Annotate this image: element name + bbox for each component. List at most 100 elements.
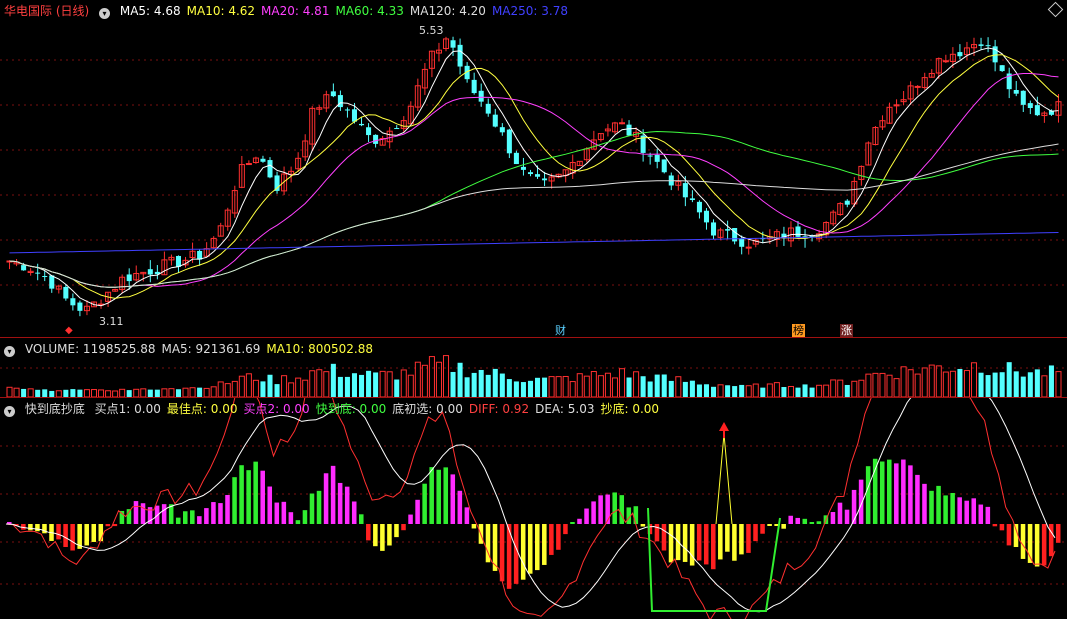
candle-body bbox=[366, 127, 372, 136]
event-tag-finance[interactable]: 财 bbox=[554, 324, 567, 337]
volume-label-2: MA10: 800502.88 bbox=[266, 342, 374, 356]
indicator-bar bbox=[879, 461, 885, 524]
indicator-label-6: DEA: 5.03 bbox=[535, 402, 595, 416]
indicator-bar bbox=[718, 524, 723, 560]
candle-body bbox=[696, 201, 702, 213]
ma-label-4: MA120: 4.20 bbox=[409, 4, 486, 18]
candle-body bbox=[513, 152, 519, 165]
volume-bar bbox=[386, 371, 393, 398]
indicator-bar bbox=[922, 483, 927, 524]
indicator-bar bbox=[887, 459, 892, 524]
candle-body bbox=[394, 128, 400, 130]
indicator-label-3: 快到底: 0.00 bbox=[315, 402, 387, 416]
indicator-bar bbox=[830, 512, 836, 524]
volume-bar bbox=[640, 376, 646, 397]
candle-body bbox=[618, 122, 626, 125]
indicator-bar bbox=[366, 524, 371, 541]
volume-panel[interactable]: ▾ VOLUME: 1198525.88 MA5: 921361.69 MA10: … bbox=[0, 337, 1067, 398]
volume-bar bbox=[21, 388, 27, 397]
candle-body bbox=[703, 210, 709, 223]
volume-bar bbox=[464, 377, 470, 397]
volume-bar bbox=[711, 386, 717, 397]
volume-bar bbox=[366, 370, 372, 397]
candle-body bbox=[1013, 90, 1019, 94]
volume-toggle-icon[interactable]: ▾ bbox=[4, 346, 15, 357]
volume-bar bbox=[119, 388, 126, 398]
volume-bar bbox=[654, 374, 660, 397]
candle-body bbox=[351, 109, 357, 122]
event-tag-rise[interactable]: 涨 bbox=[840, 324, 853, 337]
candle-body bbox=[457, 44, 463, 67]
candle-body bbox=[914, 85, 921, 88]
volume-bar bbox=[414, 361, 421, 398]
indicator-panel[interactable]: ▾ 快到底抄底 买点1: 0.00 最佳点: 0.00 买点2: 0.00 快到底: … bbox=[0, 397, 1067, 619]
candle-body bbox=[844, 200, 850, 205]
indicator-bar bbox=[197, 516, 202, 524]
price-panel[interactable]: 华电国际 (日线) ▾ MA5: 4.68 MA10: 4.62 MA20: 4.8… bbox=[0, 0, 1067, 337]
volume-bar bbox=[555, 376, 562, 398]
indicator-bar bbox=[408, 514, 413, 524]
indicator-bar bbox=[865, 466, 871, 524]
indicator-bar bbox=[91, 524, 97, 542]
indicator-bar bbox=[429, 467, 434, 524]
indicator-bar bbox=[633, 506, 639, 524]
volume-bar bbox=[407, 374, 414, 398]
volume-bar bbox=[583, 375, 590, 398]
volume-bar bbox=[604, 372, 611, 398]
volume-bar bbox=[499, 373, 505, 397]
low-price-label: 3.11 bbox=[99, 315, 124, 328]
ma-label-0: MA5: 4.68 bbox=[119, 4, 181, 18]
volume-bar bbox=[732, 386, 738, 397]
high-price-label: 5.53 bbox=[419, 24, 444, 37]
volume-bar bbox=[302, 379, 309, 398]
volume-bar bbox=[210, 386, 217, 398]
settings-toggle-icon[interactable]: ▾ bbox=[99, 8, 111, 19]
candle-body bbox=[330, 91, 336, 97]
volume-bar bbox=[872, 372, 879, 398]
indicator-bar bbox=[267, 486, 273, 524]
indicator-bar bbox=[84, 524, 89, 546]
indicator-bar bbox=[520, 524, 526, 580]
indicator-label-1: 最佳点: 0.00 bbox=[166, 402, 238, 416]
indicator-bar bbox=[499, 524, 505, 582]
indicator-bar bbox=[816, 521, 822, 524]
signal-marker-icon: ◆ bbox=[65, 325, 73, 336]
indicator-bar bbox=[584, 508, 589, 524]
volume-bar bbox=[942, 371, 949, 398]
indicator-bar bbox=[992, 524, 998, 527]
indicator-bar bbox=[894, 463, 899, 524]
volume-bar bbox=[175, 389, 181, 397]
indicator-toggle-icon[interactable]: ▾ bbox=[4, 406, 15, 417]
volume-bar bbox=[590, 371, 597, 398]
volume-bar bbox=[985, 375, 991, 397]
indicator-bar bbox=[98, 524, 104, 542]
volume-bar bbox=[661, 374, 667, 397]
volume-bar bbox=[252, 379, 259, 398]
candle-body bbox=[682, 183, 688, 198]
candle-body bbox=[337, 95, 343, 108]
indicator-bar bbox=[359, 514, 364, 524]
volume-bar bbox=[562, 375, 569, 398]
candle-body bbox=[745, 246, 752, 249]
volume-bar bbox=[865, 373, 872, 398]
indicator-bar bbox=[56, 524, 61, 540]
volume-bar bbox=[633, 371, 640, 398]
indicator-bar bbox=[211, 502, 216, 524]
volume-bar bbox=[400, 369, 407, 398]
indicator-bar bbox=[696, 524, 702, 561]
indicator-bar bbox=[999, 524, 1005, 531]
indicator-bar bbox=[950, 492, 955, 524]
indicator-bar bbox=[978, 504, 984, 524]
indicator-chart[interactable] bbox=[0, 398, 1067, 619]
indicator-bar bbox=[908, 465, 913, 524]
event-tag-list[interactable]: 榜 bbox=[792, 324, 805, 337]
indicator-bar bbox=[35, 524, 40, 532]
indicator-bar bbox=[183, 511, 188, 524]
volume-bar bbox=[773, 382, 780, 398]
indicator-bar bbox=[1020, 524, 1026, 559]
volume-bar bbox=[739, 384, 745, 397]
indicator-bar bbox=[1041, 524, 1047, 566]
price-chart[interactable] bbox=[0, 0, 1067, 337]
volume-bar bbox=[935, 365, 942, 398]
indicator-bar bbox=[556, 524, 561, 550]
